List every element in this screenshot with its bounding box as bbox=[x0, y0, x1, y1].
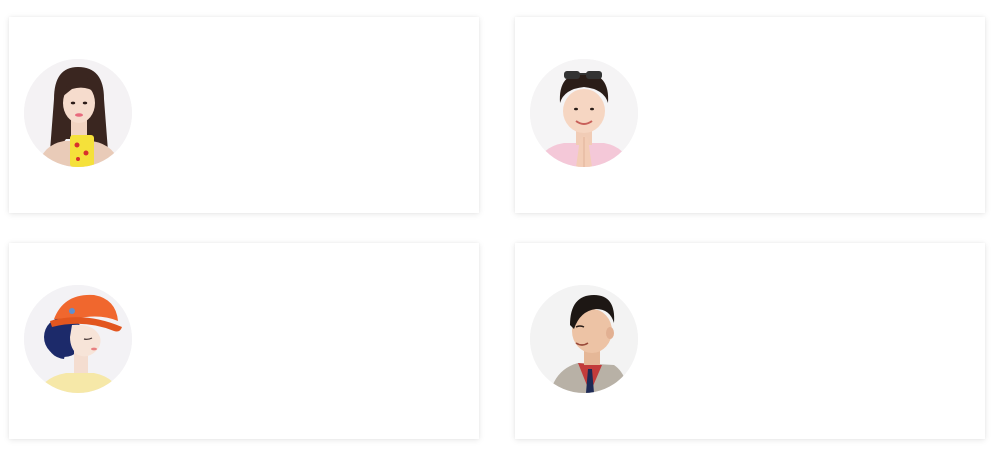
profile-card-3 bbox=[9, 243, 479, 439]
avatar bbox=[530, 59, 638, 167]
avatar bbox=[24, 59, 132, 167]
profile-card-1 bbox=[9, 17, 479, 213]
avatar-woman-with-orange-hat-icon bbox=[24, 285, 132, 393]
avatar-man-in-suit-icon bbox=[530, 285, 638, 393]
avatar-woman-with-glasses-icon bbox=[530, 59, 638, 167]
avatar bbox=[530, 285, 638, 393]
profile-card-4 bbox=[515, 243, 985, 439]
profile-card-2 bbox=[515, 17, 985, 213]
avatar-woman-with-phone-icon bbox=[24, 59, 132, 167]
avatar bbox=[24, 285, 132, 393]
